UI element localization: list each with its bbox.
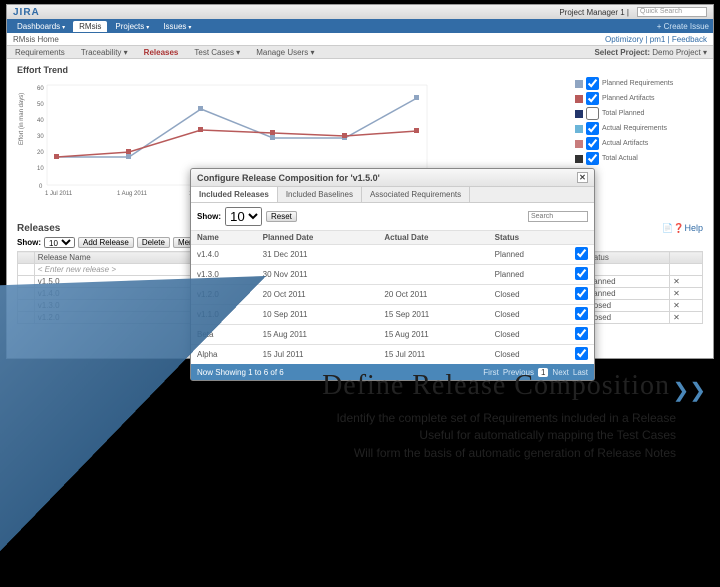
tab-releases[interactable]: Releases bbox=[136, 46, 187, 59]
legend-cb-total-planned[interactable] bbox=[586, 107, 599, 120]
row-checkbox[interactable] bbox=[575, 287, 588, 300]
jira-header: JIRA Project Manager 1 | Quick Search bbox=[7, 5, 713, 19]
delete-button[interactable]: Delete bbox=[137, 237, 170, 248]
svg-text:10: 10 bbox=[37, 166, 44, 172]
release-composition-modal: Configure Release Composition for 'v1.5.… bbox=[190, 168, 595, 381]
jira-main-nav: Dashboards▾ RMsis Projects▾ Issues▾ + Cr… bbox=[7, 19, 713, 33]
nav-rmsis[interactable]: RMsis bbox=[73, 21, 107, 32]
tab-testcases[interactable]: Test Cases ▾ bbox=[186, 46, 248, 59]
nav-issues[interactable]: Issues▾ bbox=[157, 21, 197, 32]
row-checkbox[interactable] bbox=[575, 327, 588, 340]
help-link[interactable]: 📄❓Help bbox=[662, 223, 703, 234]
reset-button[interactable]: Reset bbox=[266, 211, 297, 222]
table-row[interactable]: Alpha15 Jul 201115 Jul 2011Closed bbox=[191, 345, 594, 365]
tab-traceability[interactable]: Traceability ▾ bbox=[73, 46, 136, 59]
col-header: Actual Date bbox=[378, 231, 488, 245]
table-row[interactable]: v1.2.020 Oct 201120 Oct 2011Closed bbox=[191, 285, 594, 305]
col-header bbox=[18, 252, 35, 264]
chart-title: Effort Trend bbox=[17, 65, 703, 75]
table-row[interactable]: Beta15 Aug 201115 Aug 2011Closed bbox=[191, 325, 594, 345]
add-release-button[interactable]: Add Release bbox=[78, 237, 134, 248]
chart-legend: Planned Requirements Planned Artifacts T… bbox=[575, 77, 705, 167]
svg-text:40: 40 bbox=[37, 118, 44, 124]
modal-status: Now Showing 1 to 6 of 6 bbox=[197, 368, 284, 377]
col-header bbox=[670, 252, 703, 264]
table-row[interactable]: v1.1.010 Sep 201115 Sep 2011Closed bbox=[191, 305, 594, 325]
jira-logo: JIRA bbox=[13, 7, 40, 18]
nav-projects[interactable]: Projects▾ bbox=[109, 21, 155, 32]
modal-toolbar: Show: 10 Reset bbox=[191, 203, 594, 230]
mtab-included-releases[interactable]: Included Releases bbox=[191, 187, 278, 202]
close-icon[interactable]: ✕ bbox=[577, 172, 588, 183]
svg-text:1 Jul 2011: 1 Jul 2011 bbox=[45, 191, 73, 197]
row-checkbox[interactable] bbox=[575, 247, 588, 260]
mtab-included-baselines[interactable]: Included Baselines bbox=[278, 187, 362, 202]
col-header bbox=[569, 231, 594, 245]
feedback-link[interactable]: Optimizory | pm1 | Feedback bbox=[605, 35, 707, 44]
table-row[interactable]: v1.3.030 Nov 2011Planned bbox=[191, 265, 594, 285]
row-checkbox[interactable] bbox=[575, 347, 588, 360]
svg-text:0: 0 bbox=[39, 184, 43, 190]
legend-cb-planned-req[interactable] bbox=[586, 77, 599, 90]
jira-subheader: RMsis Home Optimizory | pm1 | Feedback bbox=[7, 33, 713, 45]
mtab-associated-req[interactable]: Associated Requirements bbox=[362, 187, 470, 202]
rmsis-tabs: Requirements Traceability ▾ Releases Tes… bbox=[7, 45, 713, 59]
slide-body: Identify the complete set of Requirement… bbox=[336, 410, 676, 462]
slide-title: Define Release Composition bbox=[322, 370, 670, 402]
col-header: Name bbox=[191, 231, 257, 245]
svg-text:1 Aug 2011: 1 Aug 2011 bbox=[117, 191, 148, 197]
modal-search-input[interactable] bbox=[528, 211, 588, 222]
nav-dashboards[interactable]: Dashboards▾ bbox=[11, 21, 71, 32]
col-header: Status bbox=[583, 252, 670, 264]
svg-text:60: 60 bbox=[37, 86, 44, 92]
modal-header: Configure Release Composition for 'v1.5.… bbox=[191, 169, 594, 187]
breadcrumb[interactable]: RMsis Home bbox=[13, 35, 59, 44]
modal-show-select[interactable]: 10 bbox=[225, 207, 262, 226]
legend-cb-planned-art[interactable] bbox=[586, 92, 599, 105]
col-header: Status bbox=[489, 231, 569, 245]
legend-cb-actual-req[interactable] bbox=[586, 122, 599, 135]
tab-manageusers[interactable]: Manage Users ▾ bbox=[248, 46, 322, 59]
create-issue-link[interactable]: + Create Issue bbox=[657, 22, 709, 31]
select-project[interactable]: Select Project: Demo Project ▾ bbox=[594, 48, 713, 57]
user-label[interactable]: Project Manager 1 | bbox=[559, 8, 629, 17]
legend-cb-actual-art[interactable] bbox=[586, 137, 599, 150]
show-select[interactable]: 10 bbox=[44, 237, 75, 248]
svg-text:20: 20 bbox=[37, 150, 44, 156]
modal-title: Configure Release Composition for 'v1.5.… bbox=[197, 173, 380, 183]
modal-tabs: Included Releases Included Baselines Ass… bbox=[191, 187, 594, 203]
svg-text:50: 50 bbox=[37, 102, 44, 108]
quick-search-input[interactable]: Quick Search bbox=[637, 7, 707, 17]
chevron-right-icon: ❯❯ bbox=[672, 378, 706, 403]
row-checkbox[interactable] bbox=[575, 267, 588, 280]
col-header: Planned Date bbox=[257, 231, 379, 245]
legend-cb-total-actual[interactable] bbox=[586, 152, 599, 165]
modal-table: NamePlanned DateActual DateStatus v1.4.0… bbox=[191, 230, 594, 364]
table-row[interactable]: v1.4.031 Dec 2011Planned bbox=[191, 245, 594, 265]
svg-text:30: 30 bbox=[37, 134, 44, 140]
row-checkbox[interactable] bbox=[575, 307, 588, 320]
tab-requirements[interactable]: Requirements bbox=[7, 46, 73, 59]
svg-text:Effort (in man days): Effort (in man days) bbox=[19, 93, 25, 145]
